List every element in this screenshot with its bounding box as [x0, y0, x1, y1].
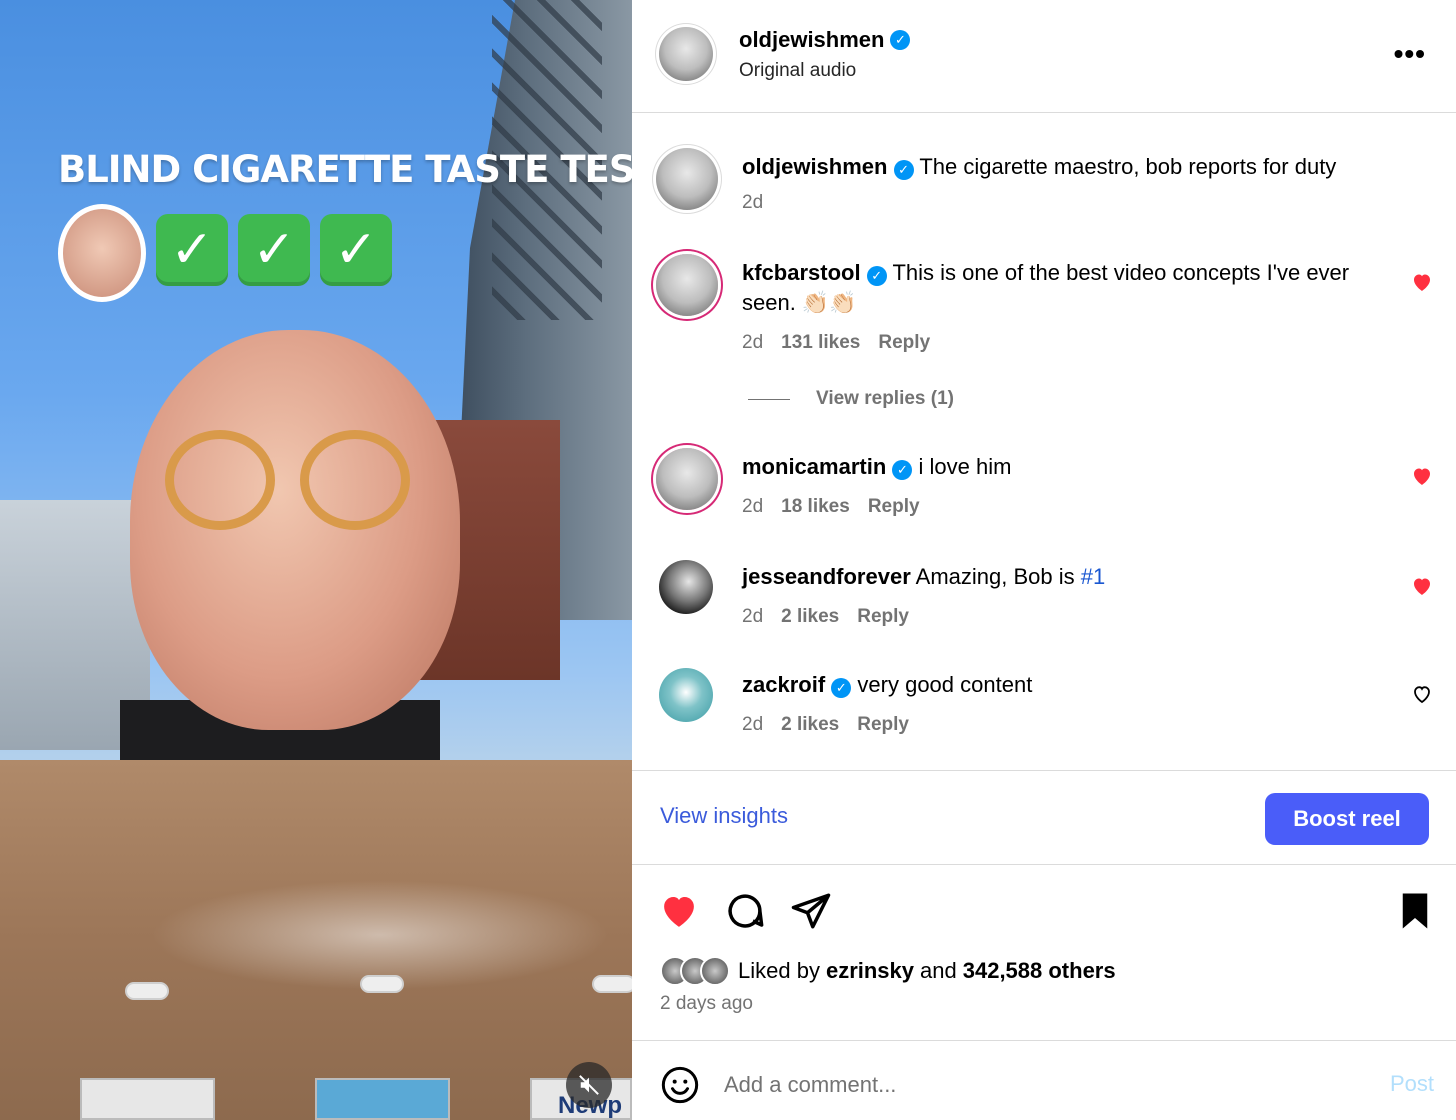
audio-label[interactable]: Original audio — [739, 60, 856, 82]
liked-heart-icon[interactable] — [1410, 464, 1434, 488]
check-mark-row: ✓ ✓ ✓ — [156, 214, 392, 286]
cigarette — [125, 982, 169, 1000]
reply-button[interactable]: Reply — [857, 606, 909, 628]
commenter-avatar[interactable] — [656, 448, 718, 510]
comment-likes[interactable]: 131 likes — [781, 332, 860, 354]
liked-by-prefix: Liked by — [738, 958, 820, 983]
smoke — [150, 880, 610, 990]
comment-time[interactable]: 2d — [742, 606, 763, 628]
comment-time[interactable]: 2d — [742, 714, 763, 736]
emoji-icon[interactable] — [660, 1065, 700, 1105]
insights-bar: View insights Boost reel — [632, 770, 1456, 865]
verified-badge-icon: ✓ — [893, 160, 914, 180]
comment-text: jesseandforever Amazing, Bob is #1 — [742, 562, 1382, 592]
view-insights-link[interactable]: View insights — [660, 803, 788, 829]
commenter-avatar[interactable] — [659, 668, 713, 722]
boost-reel-button[interactable]: Boost reel — [1265, 793, 1429, 845]
author-avatar[interactable] — [656, 148, 718, 210]
reel-video[interactable]: Newp BLIND CIGARETTE TASTE TEST ✓ ✓ ✓ — [0, 0, 632, 1120]
verified-badge-icon: ✓ — [831, 678, 852, 698]
glasses-right-lens — [300, 430, 410, 530]
share-paper-plane-icon[interactable] — [790, 890, 832, 932]
comment-body: The cigarette maestro, bob reports for d… — [919, 154, 1337, 179]
author-username[interactable]: oldjewishmen — [739, 27, 884, 53]
cigarette — [592, 975, 632, 993]
hashtag-link[interactable]: #1 — [1081, 564, 1105, 589]
comment-text: kfcbarstool ✓ This is one of the best vi… — [742, 258, 1382, 318]
commenter-avatar[interactable] — [656, 254, 718, 316]
like-heart-icon[interactable] — [658, 890, 700, 932]
mute-button[interactable] — [566, 1062, 612, 1108]
comment-likes[interactable]: 18 likes — [781, 496, 850, 518]
comment-username[interactable]: oldjewishmen — [742, 154, 887, 179]
comment-meta: 2d 18 likes Reply — [742, 496, 920, 518]
comment-username[interactable]: monicamartin — [742, 454, 886, 479]
person-head — [130, 330, 460, 730]
divider-line — [748, 398, 790, 400]
liked-by-user[interactable]: ezrinsky — [826, 958, 914, 984]
verified-badge-icon: ✓ — [866, 266, 887, 286]
author-avatar[interactable] — [659, 27, 713, 81]
comment-meta: 2d 2 likes Reply — [742, 714, 909, 736]
comment-username[interactable]: jesseandforever — [742, 564, 911, 589]
liked-heart-icon[interactable] — [1410, 270, 1434, 294]
liked-by-conj: and — [920, 958, 957, 983]
comment-bubble-icon[interactable] — [724, 890, 766, 932]
comment-text: zackroif ✓ very good content — [742, 670, 1382, 700]
post-time[interactable]: 2 days ago — [660, 993, 753, 1015]
liker-avatars[interactable] — [660, 956, 730, 986]
verified-badge-icon: ✓ — [890, 30, 911, 50]
face-sticker — [58, 204, 146, 302]
speaker-muted-icon — [579, 1075, 599, 1095]
comment-likes[interactable]: 2 likes — [781, 606, 839, 628]
comment-time[interactable]: 2d — [742, 192, 763, 214]
comment-likes[interactable]: 2 likes — [781, 714, 839, 736]
comment-username[interactable]: kfcbarstool — [742, 260, 861, 285]
bookmark-icon[interactable] — [1394, 890, 1436, 932]
view-replies-label[interactable]: View replies (1) — [816, 388, 954, 410]
verified-badge-icon: ✓ — [892, 460, 913, 480]
comment-text: monicamartin ✓ i love him — [742, 452, 1382, 482]
reply-button[interactable]: Reply — [878, 332, 930, 354]
comment-meta: 2d — [742, 192, 763, 214]
comment-body: very good content — [857, 672, 1033, 697]
post-comment-button[interactable]: Post — [1390, 1071, 1434, 1097]
post-header: oldjewishmen ✓ Original audio ••• — [632, 0, 1456, 113]
check-mark-icon: ✓ — [238, 214, 310, 286]
reply-button[interactable]: Reply — [868, 496, 920, 518]
liked-by-row: Liked by ezrinsky and 342,588 others — [660, 956, 1116, 986]
comment-time[interactable]: 2d — [742, 496, 763, 518]
liked-heart-icon[interactable] — [1410, 574, 1434, 598]
commenter-avatar[interactable] — [659, 560, 713, 614]
more-options-icon[interactable]: ••• — [1394, 38, 1426, 70]
post-panel: oldjewishmen ✓ Original audio ••• oldjew… — [632, 0, 1456, 1120]
reply-button[interactable]: Reply — [857, 714, 909, 736]
comment-meta: 2d 2 likes Reply — [742, 606, 909, 628]
comment-input[interactable] — [724, 1065, 1324, 1105]
author-username-row[interactable]: oldjewishmen ✓ — [739, 27, 911, 53]
comment-body: Amazing, Bob is — [915, 564, 1081, 589]
comment-meta: 2d 131 likes Reply — [742, 332, 930, 354]
action-bar — [632, 882, 1456, 936]
heart-outline-icon[interactable] — [1410, 682, 1434, 706]
view-replies-button[interactable]: View replies (1) — [748, 388, 954, 410]
liker-avatar — [700, 956, 730, 986]
cigarette — [360, 975, 404, 993]
check-mark-icon: ✓ — [156, 214, 228, 286]
add-comment-bar: Post — [632, 1040, 1456, 1120]
cigarette-pack — [80, 1078, 215, 1120]
caption-text: oldjewishmen ✓ The cigarette maestro, bo… — [742, 152, 1382, 182]
check-mark-icon: ✓ — [320, 214, 392, 286]
comment-body: i love him — [918, 454, 1012, 479]
liked-by-others[interactable]: 342,588 others — [963, 958, 1116, 984]
comment-username[interactable]: zackroif — [742, 672, 825, 697]
cigarette-pack — [315, 1078, 450, 1120]
glasses-left-lens — [165, 430, 275, 530]
comment-time[interactable]: 2d — [742, 332, 763, 354]
video-overlay-title: BLIND CIGARETTE TASTE TEST — [58, 148, 632, 191]
